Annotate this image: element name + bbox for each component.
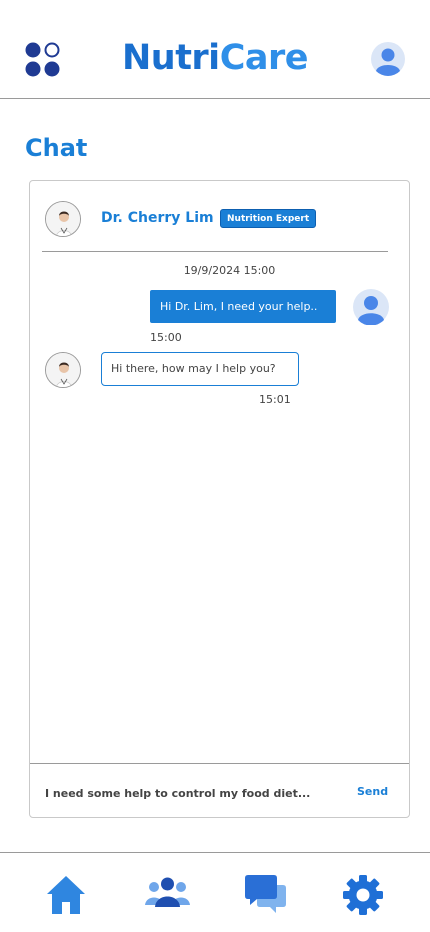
message-input[interactable] xyxy=(45,779,335,807)
doctor-message-bubble: Hi there, how may I help you? xyxy=(101,352,299,386)
brand-logo: NutriCare xyxy=(0,38,430,78)
doctor-message-time: 15:01 xyxy=(259,393,291,406)
doctor-role-badge: Nutrition Expert xyxy=(220,209,317,228)
input-divider xyxy=(30,763,409,764)
bottom-navigation xyxy=(0,852,430,932)
chat-icon[interactable] xyxy=(245,873,286,917)
brand-text-part1: Nutri xyxy=(121,38,220,78)
brand-text-part2: Care xyxy=(219,38,309,78)
settings-gear-icon[interactable] xyxy=(342,873,384,917)
header-divider xyxy=(42,251,388,252)
user-message-bubble: Hi Dr. Lim, I need your help.. xyxy=(150,290,336,323)
profile-avatar-icon[interactable] xyxy=(371,42,405,76)
chat-panel: Dr. Cherry Lim Nutrition Expert 19/9/202… xyxy=(29,180,410,818)
home-icon[interactable] xyxy=(45,873,87,917)
doctor-avatar xyxy=(45,201,81,237)
user-message-time: 15:00 xyxy=(150,331,182,344)
conversation-date: 19/9/2024 15:00 xyxy=(30,264,409,277)
community-icon[interactable] xyxy=(144,873,191,917)
doctor-name[interactable]: Dr. Cherry Lim xyxy=(101,210,214,226)
send-button[interactable]: Send xyxy=(357,785,388,798)
doctor-portrait-icon xyxy=(46,202,80,236)
conversation-date-text: 19/9/2024 15:00 xyxy=(183,264,276,277)
page-title: Chat xyxy=(25,134,88,162)
doctor-message-avatar xyxy=(45,352,81,388)
user-avatar-icon xyxy=(353,289,389,325)
app-header: NutriCare xyxy=(0,0,430,99)
doctor-portrait-icon xyxy=(46,353,80,387)
